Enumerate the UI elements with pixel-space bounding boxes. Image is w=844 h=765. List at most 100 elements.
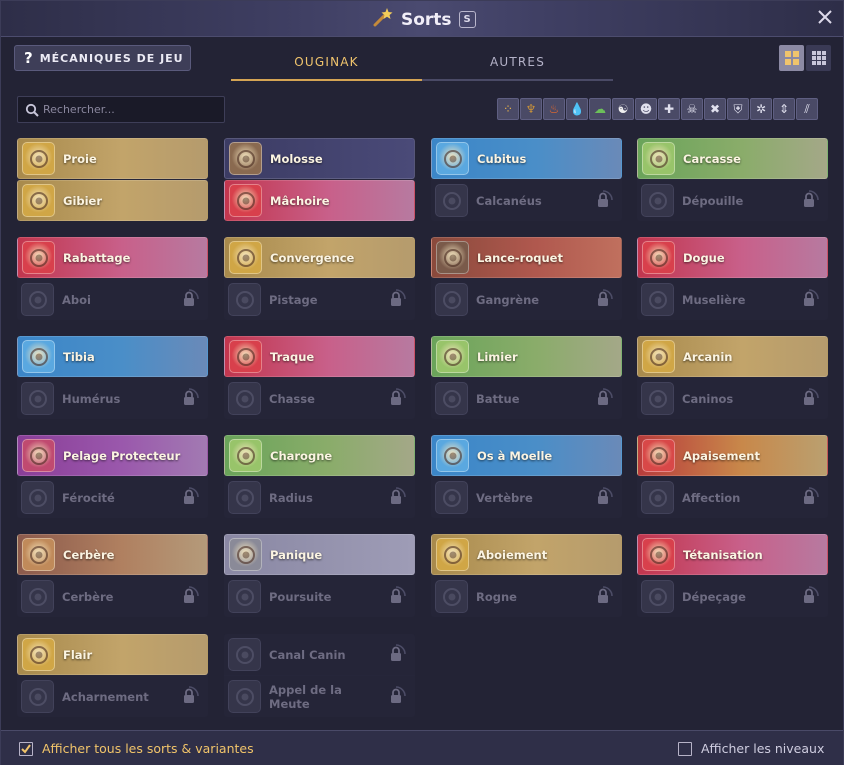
water-filter-button[interactable]: 💧: [566, 98, 588, 120]
spell-name: Humérus: [62, 391, 121, 406]
spell-pair-card: Cerbère Cerbère: [17, 534, 208, 617]
search-icon: [25, 103, 39, 117]
cubitus-icon: [436, 142, 469, 175]
mastiff-icon: [642, 241, 675, 274]
air-filter-button[interactable]: ☁: [589, 98, 611, 120]
spell-name: Arcanin: [683, 349, 733, 364]
spell-bottom-slot[interactable]: Appel de la Meute: [224, 676, 415, 717]
window-title: Sorts: [401, 9, 452, 30]
spell-bottom-slot[interactable]: Dépeçage: [637, 576, 828, 617]
spell-bottom-slot[interactable]: Pistage: [224, 279, 415, 320]
spell-top-slot[interactable]: Canal Canin: [224, 634, 415, 675]
spell-top-slot[interactable]: Proie: [17, 138, 208, 179]
spell-top-slot[interactable]: Cubitus: [431, 138, 622, 179]
spell-bottom-slot[interactable]: Poursuite: [224, 576, 415, 617]
monster-filter-button[interactable]: ☻: [635, 98, 657, 120]
spell-bottom-slot[interactable]: Aboi: [17, 279, 208, 320]
spell-top-slot[interactable]: Convergence: [224, 237, 415, 278]
spell-bottom-slot[interactable]: Rogne: [431, 576, 622, 617]
spell-bottom-slot[interactable]: Radius: [224, 477, 415, 518]
spell-top-slot[interactable]: Os à Moelle: [431, 435, 622, 476]
spell-top-slot[interactable]: Pelage Protecteur: [17, 435, 208, 476]
small-grid-view-button[interactable]: [806, 45, 831, 71]
spell-bottom-slot[interactable]: Dépouille: [637, 180, 828, 221]
vertebra-icon: [435, 481, 468, 514]
spell-pair-card: Apaisement Affection: [637, 435, 828, 518]
spell-top-slot[interactable]: Cerbère: [17, 534, 208, 575]
spell-top-slot[interactable]: Arcanin: [637, 336, 828, 377]
show-all-spells-checkbox[interactable]: Afficher tous les sorts & variantes: [19, 741, 254, 756]
ferocity-icon: [21, 481, 54, 514]
spell-name: Gibier: [63, 193, 103, 208]
magic-wand-icon: [373, 7, 393, 32]
rogne-icon: [435, 580, 468, 613]
movement-filter-button[interactable]: ⇕: [773, 98, 795, 120]
spell-bottom-slot[interactable]: Gangrène: [431, 279, 622, 320]
neutral-icon: ☯: [617, 102, 629, 116]
game-mechanics-button[interactable]: ? MÉCANIQUES DE JEU: [14, 45, 191, 71]
spell-top-slot[interactable]: Tibia: [17, 336, 208, 377]
multi-element-filter-button[interactable]: ⁘: [497, 98, 519, 120]
spell-bottom-slot[interactable]: Cerbère: [17, 576, 208, 617]
spell-bottom-slot[interactable]: Battue: [431, 378, 622, 419]
spell-bottom-slot[interactable]: Calcanéus: [431, 180, 622, 221]
tab-ouginak[interactable]: OUGINAK: [231, 45, 422, 81]
crossed-filter-button[interactable]: ✖: [704, 98, 726, 120]
fire-filter-button[interactable]: ♨: [543, 98, 565, 120]
title-group: Sorts S: [373, 7, 476, 32]
spell-top-slot[interactable]: Panique: [224, 534, 415, 575]
search-input[interactable]: [43, 103, 213, 116]
show-levels-checkbox[interactable]: Afficher les niveaux: [678, 741, 824, 756]
marrow-bone-icon: [436, 439, 469, 472]
spell-bottom-slot[interactable]: Affection: [637, 477, 828, 518]
spell-bottom-slot[interactable]: Vertèbre: [431, 477, 622, 518]
spell-top-slot[interactable]: Aboiement: [431, 534, 622, 575]
carcass-icon: [642, 142, 675, 175]
spell-name: Férocité: [62, 490, 115, 505]
spell-top-slot[interactable]: Flair: [17, 634, 208, 675]
slash-filter-button[interactable]: ⫽: [796, 98, 818, 120]
lock-icon: [178, 486, 200, 508]
spell-bottom-slot[interactable]: Caninos: [637, 378, 828, 419]
spell-name: Gangrène: [476, 292, 540, 307]
bloodhound-icon: [436, 340, 469, 373]
shield-filter-button[interactable]: ⛨: [727, 98, 749, 120]
spell-top-slot[interactable]: Apaisement: [637, 435, 828, 476]
summon-filter-button[interactable]: ☠: [681, 98, 703, 120]
spell-bottom-slot[interactable]: Muselière: [637, 279, 828, 320]
spell-name: Cubitus: [477, 151, 527, 166]
game-mechanics-label: MÉCANIQUES DE JEU: [39, 51, 184, 65]
spell-top-slot[interactable]: Traque: [224, 336, 415, 377]
air-icon: ☁: [594, 102, 606, 116]
spell-top-slot[interactable]: Rabattage: [17, 237, 208, 278]
checkbox-checked-icon: [19, 741, 33, 756]
tab-autres[interactable]: AUTRES: [422, 45, 613, 81]
spell-top-slot[interactable]: Dogue: [637, 237, 828, 278]
spell-top-slot[interactable]: Tétanisation: [637, 534, 828, 575]
spell-bottom-slot[interactable]: Humérus: [17, 378, 208, 419]
spell-top-slot[interactable]: Charogne: [224, 435, 415, 476]
buff-filter-button[interactable]: ✲: [750, 98, 772, 120]
spell-pair-card: Lance-roquet Gangrène: [431, 237, 622, 320]
spell-name: Vertèbre: [476, 490, 533, 505]
earth-filter-button[interactable]: ♆: [520, 98, 542, 120]
spell-top-slot[interactable]: Carcasse: [637, 138, 828, 179]
spell-top-slot[interactable]: Limier: [431, 336, 622, 377]
spell-pair-card: Dogue Muselière: [637, 237, 828, 320]
spell-bottom-slot[interactable]: Chasse: [224, 378, 415, 419]
gangrene-icon: [435, 283, 468, 316]
spell-bottom-slot[interactable]: Férocité: [17, 477, 208, 518]
spell-bottom-slot[interactable]: Mâchoire: [224, 180, 415, 221]
close-button[interactable]: [815, 9, 835, 29]
title-bar[interactable]: Sorts S: [1, 1, 843, 37]
neutral-filter-button[interactable]: ☯: [612, 98, 634, 120]
convergence-icon: [229, 241, 262, 274]
spell-bottom-slot[interactable]: Gibier: [17, 180, 208, 221]
heal-filter-button[interactable]: ✚: [658, 98, 680, 120]
spell-top-slot[interactable]: Molosse: [224, 138, 415, 179]
caninos-icon: [641, 382, 674, 415]
spell-bottom-slot[interactable]: Acharnement: [17, 676, 208, 717]
spell-top-slot[interactable]: Lance-roquet: [431, 237, 622, 278]
spell-pair-card: Os à Moelle Vertèbre: [431, 435, 622, 518]
large-grid-view-button[interactable]: [779, 45, 804, 71]
